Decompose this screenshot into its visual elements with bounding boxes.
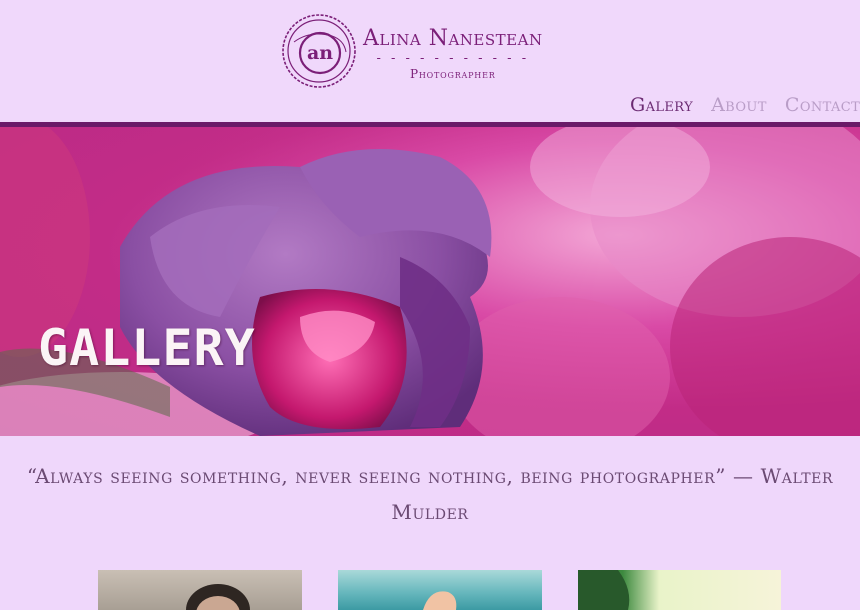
quote-block: “Always seeing something, never seeing n… (0, 458, 860, 530)
site-logo[interactable]: an Alina Nanestean - - - - - - - - - - -… (280, 12, 543, 90)
logo-monogram-text: an (307, 42, 333, 64)
gallery-thumbnail-landscape[interactable] (578, 570, 781, 610)
brand-divider: - - - - - - - - - - - (376, 51, 530, 66)
logo-wordmark: Alina Nanestean - - - - - - - - - - - Ph… (363, 26, 543, 82)
brand-subtitle: Photographer (410, 67, 496, 81)
brand-name: Alina Nanestean (363, 26, 543, 51)
nav-item-contact[interactable]: Contact (785, 92, 860, 118)
quote-text: “Always seeing something, never seeing n… (26, 464, 834, 488)
beach-hand-image (423, 591, 457, 610)
gallery-thumbnail-beach[interactable] (338, 570, 542, 610)
quote-author: Mulder (391, 500, 469, 524)
hero-title: GALLERY (38, 319, 256, 377)
logo-monogram-icon: an (282, 14, 356, 88)
portrait-image (186, 584, 250, 610)
nav-item-galery[interactable]: Galery (630, 92, 693, 118)
site-header: an Alina Nanestean - - - - - - - - - - -… (0, 0, 860, 122)
gallery-thumbnail-portrait[interactable] (98, 570, 302, 610)
hero-banner: GALLERY (0, 127, 860, 436)
main-nav: Galery About Contact (630, 92, 860, 118)
nav-item-about[interactable]: About (711, 92, 767, 118)
orchid-hero-image (0, 127, 860, 436)
landscape-image (578, 570, 630, 610)
